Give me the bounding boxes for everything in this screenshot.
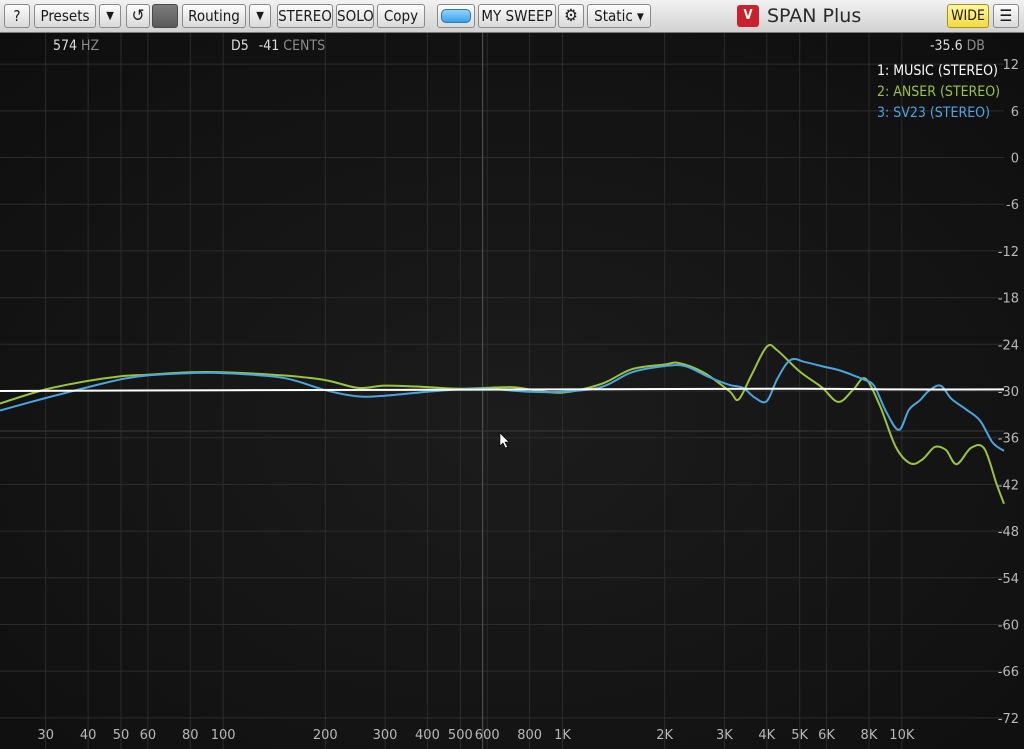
legend-entry-sv23[interactable]: 3: SV23 (STEREO) (877, 103, 1000, 124)
series-color-swatch (441, 9, 471, 23)
voxengo-logo-icon: V (737, 5, 759, 27)
level-value: -35.6 (930, 38, 963, 54)
y-tick-label: 0 (1011, 152, 1019, 167)
cents-value: -41 (258, 38, 280, 54)
wide-button[interactable]: WIDE (947, 4, 989, 28)
x-tick-label: 500 (448, 728, 473, 743)
y-tick-label: 12 (1002, 58, 1019, 73)
y-tick-label: -24 (998, 338, 1019, 353)
product-title: SPAN Plus (767, 5, 862, 27)
copy-button[interactable]: Copy (377, 4, 425, 28)
x-tick-label: 800 (517, 728, 542, 743)
toolbar: ? Presets ▼ ↺ Routing ▼ STEREO SOLO Copy… (0, 0, 1024, 33)
y-tick-label: -42 (998, 478, 1019, 493)
stereo-button[interactable]: STEREO (277, 4, 333, 28)
x-tick-label: 8K (861, 728, 878, 743)
y-tick-label: -30 (998, 385, 1019, 400)
x-tick-label: 2K (656, 728, 673, 743)
color-swatch-button[interactable] (152, 4, 178, 28)
x-tick-label: 6K (818, 728, 835, 743)
x-tick-label: 10K (889, 728, 915, 743)
y-tick-label: -36 (998, 432, 1019, 447)
routing-button[interactable]: Routing (182, 4, 246, 28)
y-tick-label: -48 (998, 525, 1019, 540)
x-tick-label: 1K (554, 728, 571, 743)
frequency-unit: HZ (81, 38, 100, 54)
x-tick-label: 3K (716, 728, 733, 743)
series-color-button[interactable] (437, 4, 475, 28)
y-tick-label: -6 (1006, 198, 1019, 213)
x-tick-label: 60 (140, 728, 157, 743)
routing-dropdown-button[interactable]: ▼ (249, 4, 271, 28)
solo-button[interactable]: SOLO (336, 4, 374, 28)
x-tick-label: 5K (791, 728, 808, 743)
y-tick-label: -54 (998, 572, 1019, 587)
x-tick-label: 600 (475, 728, 500, 743)
x-tick-label: 300 (373, 728, 398, 743)
y-tick-label: 6 (1011, 105, 1019, 120)
undo-icon[interactable]: ↺ (126, 4, 150, 28)
mode-dropdown[interactable]: Static ▾ (587, 4, 651, 28)
level-unit: DB (966, 38, 985, 54)
help-button[interactable]: ? (4, 4, 30, 28)
presets-button[interactable]: Presets (34, 4, 96, 28)
x-tick-label: 40 (80, 728, 97, 743)
spectrum-chart[interactable]: 1260-6-12-18-24-30-36-42-48-54-60-66-72 … (0, 33, 1024, 749)
y-tick-label: -66 (998, 665, 1019, 680)
y-tick-label: -18 (998, 292, 1019, 307)
frequency-readout: 574 HZ (53, 38, 99, 54)
legend-entry-anser[interactable]: 2: ANSER (STEREO) (877, 82, 1000, 103)
group-name-button[interactable]: MY SWEEP (478, 4, 556, 28)
spectrum-plot[interactable]: 12 6 0 -6 -12 -18 -24 -30 -36 -42 -48 -54 -60 -66 -72 … (0, 33, 1024, 749)
y-tick-label: -72 (998, 712, 1019, 727)
x-tick-label: 200 (313, 728, 338, 743)
gear-icon[interactable]: ⚙ (558, 4, 584, 28)
level-readout: -35.6 DB (930, 38, 985, 54)
x-tick-label: 400 (415, 728, 440, 743)
note-readout: D5 -41 CENTS (231, 38, 325, 54)
y-tick-label: -12 (998, 245, 1019, 260)
cents-unit: CENTS (283, 38, 326, 54)
note-value: D5 (231, 38, 249, 54)
frequency-value: 574 (53, 38, 78, 54)
menu-icon[interactable]: ☰ (993, 4, 1019, 28)
x-tick-label: 100 (211, 728, 236, 743)
legend: 1: MUSIC (STEREO) 2: ANSER (STEREO) 3: S… (877, 61, 1000, 124)
y-tick-label: -60 (998, 618, 1019, 633)
x-tick-label: 4K (758, 728, 775, 743)
x-tick-label: 80 (182, 728, 199, 743)
presets-dropdown-button[interactable]: ▼ (99, 4, 121, 28)
x-tick-label: 50 (113, 728, 130, 743)
legend-entry-music[interactable]: 1: MUSIC (STEREO) (877, 61, 1000, 82)
x-tick-label: 30 (37, 728, 54, 743)
